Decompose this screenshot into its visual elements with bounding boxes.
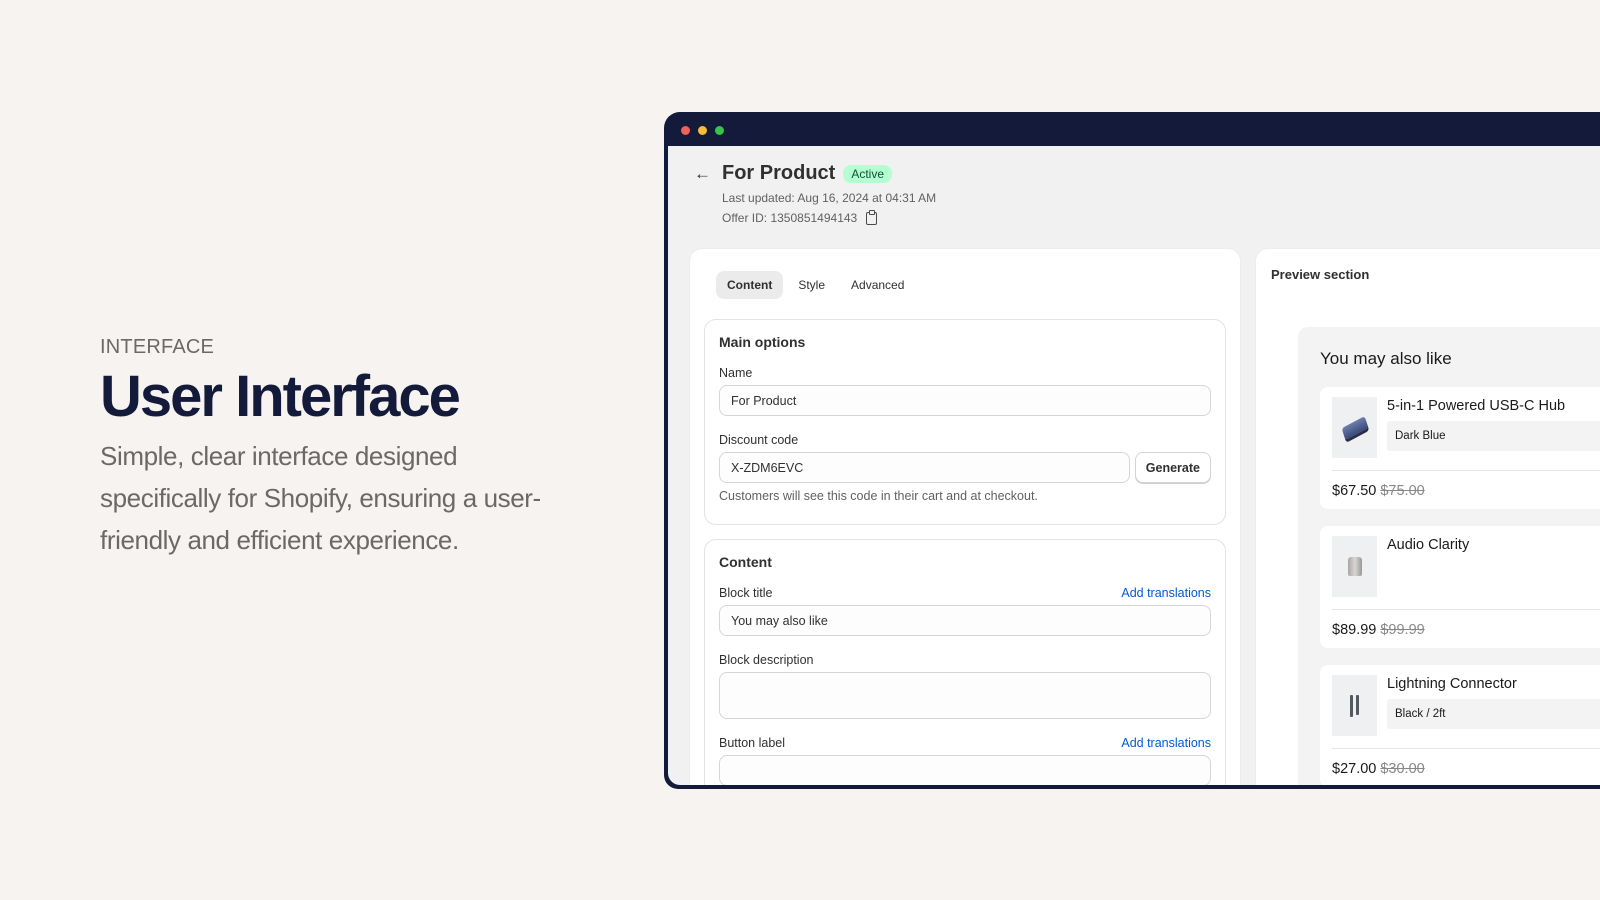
offer-id: Offer ID: 1350851494143 (722, 211, 858, 225)
content-section: Content Block title Add translations You… (704, 539, 1226, 785)
discount-help-text: Customers will see this code in their ca… (719, 489, 1038, 503)
section-title: Main options (719, 334, 806, 350)
close-window-icon[interactable] (681, 126, 690, 135)
hero-title: User Interface (100, 364, 461, 429)
name-input[interactable]: For Product (719, 385, 1211, 416)
page-header: ← For Product Active Last updated: Aug 1… (694, 162, 936, 225)
maximize-window-icon[interactable] (715, 126, 724, 135)
product-price: $67.50 (1332, 483, 1377, 499)
tab-style[interactable]: Style (787, 271, 836, 299)
page-title: For Product (722, 162, 836, 184)
hero-section: INTERFACE User Interface Simple, clear i… (100, 336, 580, 561)
variant-select[interactable]: Dark Blue (1387, 421, 1600, 451)
speaker-image (1332, 536, 1377, 597)
clipboard-icon[interactable] (866, 209, 878, 225)
compare-price: $75.00 (1380, 483, 1425, 499)
product-price: $27.00 (1332, 761, 1377, 777)
tab-content[interactable]: Content (716, 271, 784, 299)
editor-card: Content Style Advanced Main options Name… (690, 249, 1240, 785)
minimize-window-icon[interactable] (698, 126, 707, 135)
compare-price: $30.00 (1380, 761, 1425, 777)
product-card[interactable]: Audio Clarity $89.99 $99.99 (1320, 526, 1600, 648)
block-description-input[interactable] (719, 672, 1211, 719)
hero-description: Simple, clear interface designed specifi… (100, 441, 541, 555)
arrow-left-icon[interactable]: ← (694, 164, 716, 184)
block-description-label: Block description (719, 653, 814, 667)
product-name: Audio Clarity (1387, 537, 1470, 553)
usb-hub-image (1332, 397, 1377, 458)
block-title-input[interactable]: You may also like (719, 605, 1211, 636)
product-price: $89.99 (1332, 622, 1377, 638)
product-name: 5-in-1 Powered USB-C Hub (1387, 398, 1566, 414)
section-title: Content (719, 554, 772, 570)
status-badge: Active (843, 164, 893, 183)
preview-heading: You may also like (1320, 349, 1452, 368)
discount-code-input[interactable]: X-ZDM6EVC (719, 452, 1130, 483)
discount-code-label: Discount code (719, 433, 799, 447)
generate-button[interactable]: Generate (1134, 452, 1211, 483)
compare-price: $99.99 (1380, 622, 1425, 638)
app-window: ← For Product Active Last updated: Aug 1… (664, 112, 1600, 789)
button-label-input[interactable] (719, 755, 1211, 785)
add-translations-link[interactable]: Add translations (1121, 736, 1211, 750)
last-updated: Last updated: Aug 16, 2024 at 04:31 AM (722, 191, 937, 205)
main-options-section: Main options Name For Product Discount c… (704, 319, 1226, 525)
tab-advanced[interactable]: Advanced (840, 271, 915, 299)
cable-image (1332, 675, 1377, 736)
hero-eyebrow: INTERFACE (100, 336, 215, 358)
block-title-label: Block title (719, 586, 773, 600)
preview-widget: You may also like 5-in-1 Powered USB-C H… (1298, 327, 1600, 785)
add-translations-link[interactable]: Add translations (1121, 586, 1211, 600)
name-label: Name (719, 366, 753, 380)
product-card[interactable]: 5-in-1 Powered USB-C Hub Dark Blue $67.5… (1320, 387, 1600, 509)
window-titlebar (664, 112, 1600, 146)
preview-card: Preview section You may also like 5-in-1… (1256, 249, 1600, 785)
offer-id-row: Offer ID: 1350851494143 (722, 209, 936, 225)
product-name: Lightning Connector (1387, 676, 1517, 692)
editor-tabs: Content Style Advanced (716, 271, 915, 299)
app-screen: ← For Product Active Last updated: Aug 1… (668, 146, 1600, 785)
preview-title: Preview section (1271, 267, 1370, 282)
button-label-label: Button label (719, 736, 786, 750)
variant-select[interactable]: Black / 2ft (1387, 699, 1600, 729)
product-card[interactable]: Lightning Connector Black / 2ft $27.00 $3… (1320, 665, 1600, 785)
